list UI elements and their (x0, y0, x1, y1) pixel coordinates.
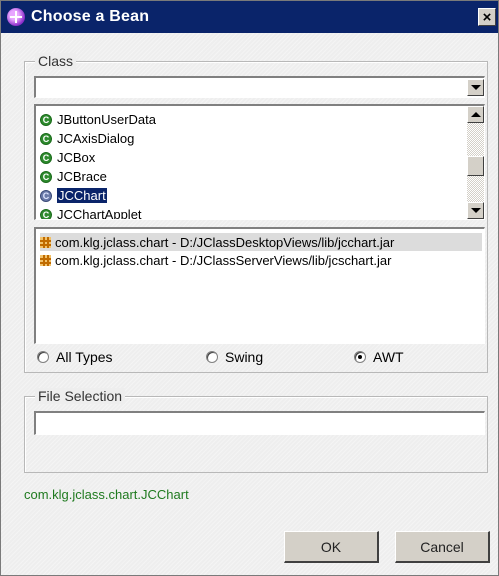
radio-all-types[interactable]: All Types (37, 349, 113, 365)
class-name: JCAxisDialog (57, 131, 135, 146)
radio-label: AWT (373, 349, 404, 365)
class-name-selected: JCChart (57, 188, 107, 203)
class-search-input[interactable] (36, 78, 468, 97)
class-c-icon: C (40, 189, 52, 202)
class-name: JButtonUserData (57, 112, 156, 127)
selected-class-status: com.klg.jclass.chart.JCChart (24, 487, 189, 502)
radio-button-checked[interactable] (354, 351, 366, 363)
scroll-up-button[interactable] (467, 106, 484, 123)
class-name: JCBrace (57, 169, 107, 184)
list-item-selected[interactable]: C JCChart (40, 186, 107, 205)
class-group-legend: Class (35, 53, 77, 69)
class-list[interactable]: C JButtonUserData C JCAxisDialog C JCBox… (34, 104, 485, 220)
list-item[interactable]: C JCAxisDialog (40, 129, 134, 148)
jar-package-icon (40, 254, 51, 266)
close-button[interactable]: × (478, 8, 496, 26)
class-c-icon: C (40, 151, 52, 164)
chevron-down-icon (470, 85, 481, 90)
scroll-down-button[interactable] (467, 202, 484, 219)
jar-package-icon (40, 236, 51, 248)
class-search-combo[interactable] (34, 76, 485, 98)
radio-label: All Types (56, 349, 113, 365)
file-selection-legend: File Selection (35, 388, 126, 404)
file-selection-field[interactable] (36, 413, 484, 433)
chevron-down-icon (470, 208, 481, 213)
jar-path: com.klg.jclass.chart - D:/JClassDesktopV… (55, 234, 395, 250)
list-item[interactable]: C JCBrace (40, 167, 107, 186)
class-list-scrollbar[interactable] (467, 106, 484, 219)
class-name: JCChartApplet (57, 207, 142, 220)
class-combo-dropdown-button[interactable] (467, 79, 484, 96)
package-list[interactable]: com.klg.jclass.chart - D:/JClassDesktopV… (34, 227, 485, 344)
radio-label: Swing (225, 349, 264, 365)
chevron-up-icon (470, 112, 481, 117)
list-item[interactable]: com.klg.jclass.chart - D:/JClassServerVi… (40, 251, 391, 269)
scroll-thumb[interactable] (467, 156, 484, 176)
radio-swing[interactable]: Swing (206, 349, 263, 365)
class-name: JCBox (57, 150, 96, 165)
class-c-icon: C (40, 170, 52, 183)
list-item[interactable]: com.klg.jclass.chart - D:/JClassDesktopV… (40, 233, 482, 251)
list-item[interactable]: C JCChartApplet (40, 205, 142, 220)
bean-plus-icon (7, 8, 25, 26)
class-c-icon: C (40, 113, 52, 126)
dialog-title: Choose a Bean (31, 8, 150, 25)
radio-button[interactable] (206, 351, 218, 363)
title-bar[interactable]: Choose a Bean × (1, 1, 498, 33)
list-item[interactable]: C JCBox (40, 148, 95, 167)
radio-button[interactable] (37, 351, 49, 363)
file-selection-field-frame[interactable] (34, 411, 485, 435)
jar-path: com.klg.jclass.chart - D:/JClassServerVi… (55, 252, 392, 268)
choose-bean-dialog: Choose a Bean × Class C JButtonUserData … (0, 0, 499, 576)
radio-awt[interactable]: AWT (354, 349, 404, 365)
class-c-icon: C (40, 132, 52, 145)
list-item[interactable]: C JButtonUserData (40, 110, 156, 129)
ok-button[interactable]: OK (284, 531, 379, 563)
cancel-button[interactable]: Cancel (395, 531, 490, 563)
class-c-icon: C (40, 208, 52, 219)
